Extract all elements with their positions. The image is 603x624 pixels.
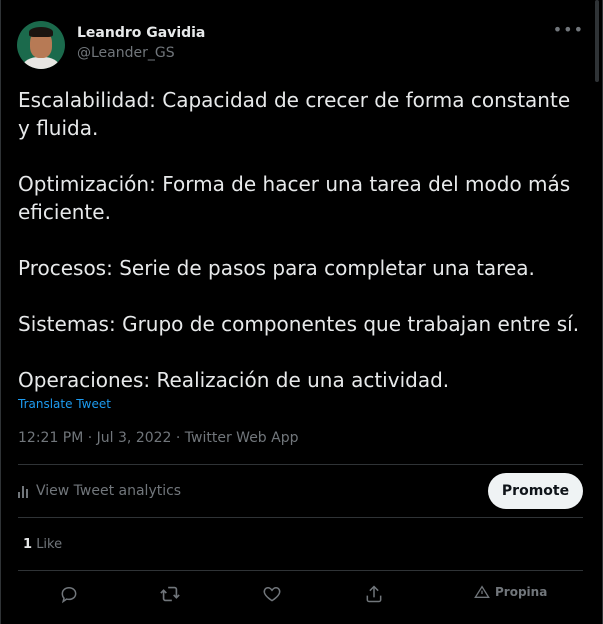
- tweet-paragraph: Operaciones: Realización de una activida…: [18, 368, 450, 392]
- author-name[interactable]: Leandro Gavidia: [77, 25, 205, 41]
- tip-button[interactable]: Propina: [474, 585, 547, 599]
- tip-icon: [474, 585, 490, 598]
- scrollbar[interactable]: [595, 0, 599, 82]
- divider: [18, 464, 583, 465]
- tweet-timestamp[interactable]: 12:21 PM · Jul 3, 2022 · Twitter Web App: [18, 430, 299, 446]
- divider: [18, 570, 583, 571]
- avatar-shirt: [23, 57, 59, 69]
- tweet-header: Leandro Gavidia @Leander_GS •••: [17, 19, 586, 69]
- analytics-label: View Tweet analytics: [36, 483, 182, 499]
- likes-count[interactable]: 1 Like: [23, 537, 62, 552]
- tweet-paragraph: Procesos: Serie de pasos para completar …: [18, 256, 535, 280]
- divider: [18, 517, 583, 518]
- like-count-number: 1: [23, 537, 33, 552]
- like-count-label: Like: [36, 537, 63, 552]
- author-handle[interactable]: @Leander_GS: [77, 45, 175, 61]
- avatar[interactable]: [17, 21, 65, 69]
- promote-button[interactable]: Promote: [488, 473, 583, 509]
- tip-label: Propina: [495, 585, 548, 599]
- view-analytics-link[interactable]: View Tweet analytics: [18, 483, 181, 499]
- reply-icon[interactable]: [55, 580, 83, 608]
- avatar-hair: [29, 27, 53, 37]
- more-icon[interactable]: •••: [553, 22, 584, 38]
- tweet-paragraph: Sistemas: Grupo de componentes que traba…: [18, 312, 580, 336]
- retweet-icon[interactable]: [156, 580, 184, 608]
- translate-tweet-link[interactable]: Translate Tweet: [18, 397, 111, 411]
- tweet-detail: Leandro Gavidia @Leander_GS ••• Escalabi…: [0, 0, 603, 624]
- analytics-icon: [18, 484, 28, 498]
- tweet-paragraph: Optimización: Forma de hacer una tarea d…: [18, 172, 577, 224]
- action-bar: Propina: [18, 580, 583, 608]
- heart-icon[interactable]: [258, 580, 286, 608]
- tweet-text: Escalabilidad: Capacidad de crecer de fo…: [18, 86, 590, 394]
- tweet-paragraph: Escalabilidad: Capacidad de crecer de fo…: [18, 88, 571, 140]
- share-icon[interactable]: [360, 580, 388, 608]
